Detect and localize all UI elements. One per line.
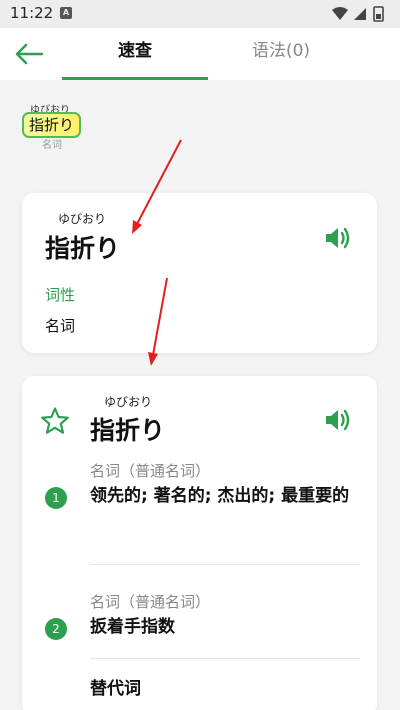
tab-quick-lookup[interactable]: 速查	[62, 28, 208, 80]
status-icons	[332, 6, 384, 22]
detail-ruby: ゆびおり	[104, 395, 153, 409]
signal-icon	[354, 8, 366, 20]
star-outline-icon[interactable]	[40, 406, 70, 436]
sense-2-pos: 名词（普通名词）	[90, 593, 211, 611]
sense-1-pos: 名词（普通名词）	[90, 462, 211, 480]
summary-card: ゆびおり 指折り 词性 名词	[22, 193, 377, 353]
back-button[interactable]	[12, 40, 52, 68]
sense-1-number: 1	[45, 487, 67, 509]
detail-card: ゆびおり 指折り 名词（普通名词） 1 领先的; 著名的; 杰出的; 最重要的 …	[22, 376, 377, 710]
sense-1-definition: 领先的; 著名的; 杰出的; 最重要的	[90, 486, 350, 506]
sense-2-definition: 扳着手指数	[90, 617, 175, 637]
divider	[90, 658, 360, 659]
summary-word: 指折り	[45, 234, 121, 263]
sense-2-number: 2	[45, 618, 67, 640]
status-time: 11:22	[10, 4, 54, 22]
part-of-speech-value: 名词	[45, 317, 76, 335]
speaker-icon[interactable]	[324, 407, 352, 433]
alternative-words-title: 替代词	[90, 679, 141, 699]
divider	[90, 564, 360, 565]
word-chip[interactable]: 指折り	[22, 112, 82, 138]
chip-part-of-speech: 名词	[42, 140, 62, 151]
detail-word: 指折り	[90, 416, 166, 445]
status-bar: 11:22 A	[0, 0, 400, 28]
tab-grammar[interactable]: 语法(0)	[208, 28, 354, 80]
summary-ruby: ゆびおり	[58, 212, 107, 226]
active-tab-indicator	[62, 77, 208, 80]
speaker-icon[interactable]	[324, 225, 352, 251]
annotation-arrowhead	[148, 352, 158, 366]
arrow-left-icon	[15, 43, 44, 65]
top-navigation: 速查 语法(0)	[0, 28, 400, 80]
notification-icon: A	[60, 7, 72, 19]
part-of-speech-label: 词性	[45, 286, 76, 304]
wifi-icon	[332, 7, 348, 20]
